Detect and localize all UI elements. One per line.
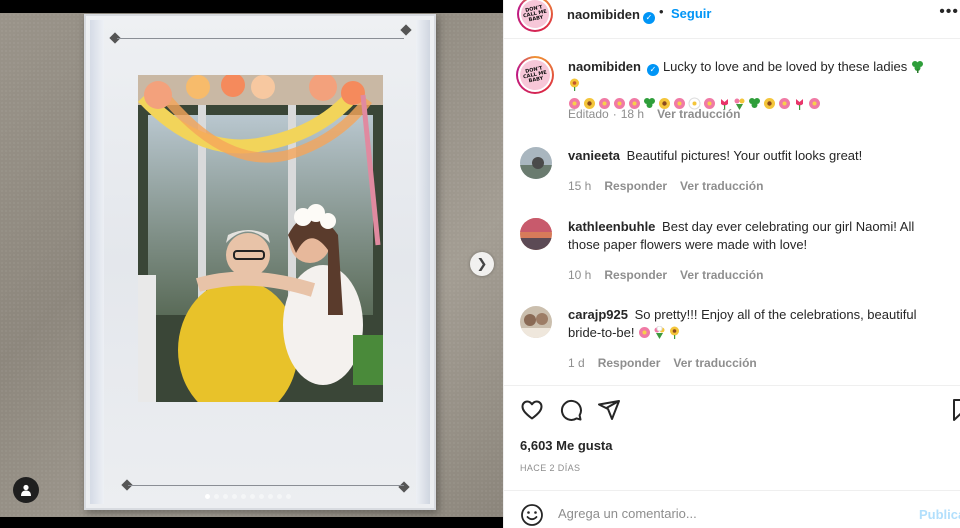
translate-link[interactable]: Ver traducción <box>673 356 756 370</box>
post-sidebar: DON'T CALL ME BABY naomibiden ✓ • Seguir ••… <box>503 0 960 528</box>
translate-link[interactable]: Ver traducción <box>680 179 763 193</box>
carousel-dot <box>250 494 255 499</box>
more-options-icon[interactable]: ••• <box>939 3 959 21</box>
carousel-dot <box>214 494 219 499</box>
comment-time[interactable]: 1 d <box>568 356 585 370</box>
next-slide-button[interactable]: ❯ <box>470 252 494 276</box>
smile-icon[interactable] <box>520 503 544 527</box>
bouquet-emoji <box>653 325 668 340</box>
share-icon[interactable] <box>597 398 621 422</box>
flower-emoji <box>568 77 583 92</box>
carousel-dot <box>286 494 291 499</box>
comment-time[interactable]: 10 h <box>568 268 591 282</box>
post-media[interactable]: ❯ <box>0 0 503 528</box>
reply-button[interactable]: Responder <box>604 268 667 282</box>
author-username[interactable]: naomibiden <box>567 7 640 22</box>
verified-badge-icon: ✓ <box>646 64 659 76</box>
author-avatar[interactable]: DON'T CALL ME BABY <box>517 0 553 32</box>
post-header: DON'T CALL ME BABY naomibiden ✓ • Seguir ••… <box>504 0 960 32</box>
reply-button[interactable]: Responder <box>598 356 661 370</box>
carousel-indicator <box>205 494 291 499</box>
comment-time[interactable]: 15 h <box>568 179 591 193</box>
frame-line <box>117 38 404 39</box>
verified-badge-icon: ✓ <box>642 11 655 24</box>
divider <box>504 490 960 491</box>
comment-text: Beautiful pictures! Your outfit looks gr… <box>626 148 863 163</box>
publish-button[interactable]: Publica <box>919 507 960 522</box>
hibiscus-emoji <box>779 98 790 109</box>
comments-section: DON'T CALL ME BABY naomibiden ✓ Lucky to lov… <box>504 39 960 385</box>
shamrock-emoji <box>911 59 926 74</box>
hibiscus-emoji <box>809 98 820 109</box>
polaroid-photo <box>138 75 383 402</box>
translate-link[interactable]: Ver traducción <box>657 107 740 121</box>
commenter-avatar[interactable] <box>520 306 552 338</box>
carousel-dot <box>223 494 228 499</box>
separator-dot: • <box>659 4 664 19</box>
caption-username[interactable]: naomibiden <box>568 59 641 74</box>
carousel-dot <box>241 494 246 499</box>
carousel-dot <box>205 494 210 499</box>
heart-icon[interactable] <box>520 398 544 422</box>
sunflower-emoji <box>764 98 775 109</box>
caption-time[interactable]: 18 h <box>621 107 644 121</box>
follow-button[interactable]: Seguir <box>671 6 711 21</box>
commenter-avatar[interactable] <box>520 218 552 250</box>
comment-icon[interactable] <box>559 398 583 422</box>
sunflower-emoji <box>668 325 683 340</box>
flower-emoji <box>638 325 653 340</box>
add-comment-input[interactable] <box>558 506 898 521</box>
translate-link[interactable]: Ver traducción <box>680 268 763 282</box>
comment-username[interactable]: carajp925 <box>568 307 628 322</box>
commenter-avatar[interactable] <box>520 147 552 179</box>
comment-username[interactable]: kathleenbuhle <box>568 219 655 234</box>
chevron-right-icon: ❯ <box>476 256 488 271</box>
bookmark-icon[interactable] <box>950 398 960 422</box>
edited-label: Editado <box>568 107 609 121</box>
frame-line <box>128 485 404 486</box>
tagged-users-button[interactable] <box>13 477 39 503</box>
author-avatar[interactable]: DON'T CALL ME BABY <box>516 56 554 94</box>
carousel-dot <box>259 494 264 499</box>
carousel-dot <box>268 494 273 499</box>
reply-button[interactable]: Responder <box>604 179 667 193</box>
post-date[interactable]: HACE 2 DÍAS <box>520 463 580 473</box>
like-count[interactable]: 6,603 Me gusta <box>520 438 613 453</box>
tulip-emoji <box>796 99 803 110</box>
carousel-dot <box>277 494 282 499</box>
divider <box>504 385 960 386</box>
shamrock-emoji <box>749 98 760 108</box>
caption-text: Lucky to love and be loved by these ladi… <box>662 59 908 74</box>
comment-username[interactable]: vanieeta <box>568 148 620 163</box>
carousel-dot <box>232 494 237 499</box>
user-tag-icon <box>21 484 31 496</box>
